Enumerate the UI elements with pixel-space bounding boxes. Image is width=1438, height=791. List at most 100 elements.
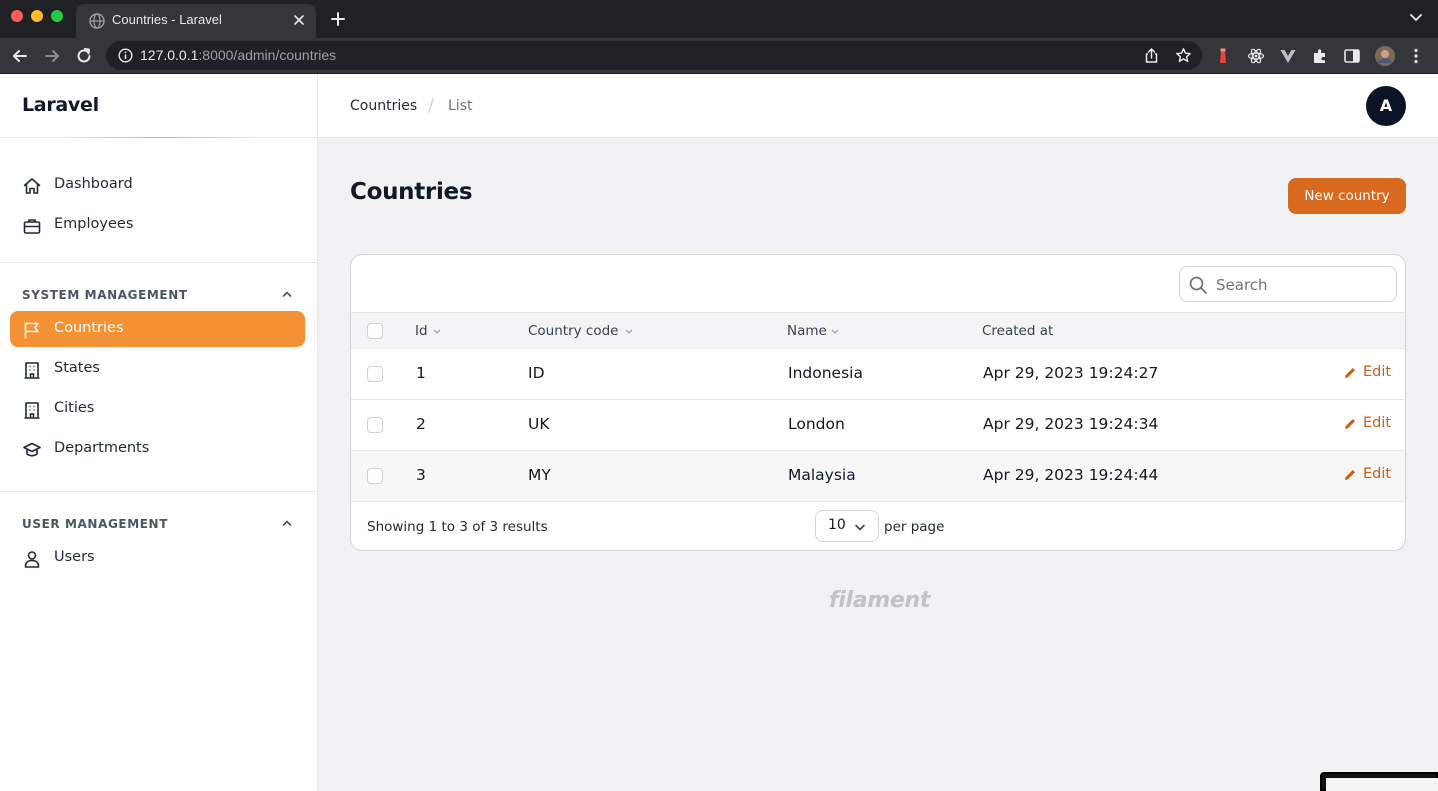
browser-toolbar: 127.0.0.1:8000/admin/countries bbox=[0, 38, 1438, 74]
sidebar-item-label: States bbox=[54, 360, 100, 376]
building-icon bbox=[24, 362, 40, 379]
page-title: Countries bbox=[350, 179, 473, 205]
row-checkbox[interactable] bbox=[367, 417, 383, 433]
table-header: Id Country code Name Created at bbox=[351, 312, 1405, 349]
profile-avatar-icon[interactable] bbox=[1374, 45, 1396, 67]
column-header-id[interactable]: Id bbox=[415, 323, 428, 339]
back-arrow-icon[interactable] bbox=[11, 47, 29, 65]
chevron-up-icon[interactable] bbox=[281, 288, 293, 300]
brand-logo-text[interactable]: Laravel bbox=[22, 94, 99, 116]
table-row[interactable]: 1 ID Indonesia Apr 29, 2023 19:24:27 Edi… bbox=[351, 349, 1405, 400]
minimize-window-button[interactable] bbox=[31, 10, 43, 22]
breadcrumb-countries[interactable]: Countries bbox=[350, 98, 417, 114]
cell-country-code: UK bbox=[528, 415, 550, 433]
sidebar-item-label: Employees bbox=[54, 216, 134, 232]
column-header-country-code[interactable]: Country code bbox=[528, 323, 618, 339]
info-icon[interactable] bbox=[118, 48, 133, 63]
side-panel-icon[interactable] bbox=[1343, 47, 1361, 65]
cell-created-at: Apr 29, 2023 19:24:27 bbox=[983, 364, 1159, 382]
per-page-select[interactable]: 10 bbox=[815, 510, 879, 542]
row-checkbox[interactable] bbox=[367, 366, 383, 382]
pencil-icon bbox=[1345, 368, 1355, 378]
reload-icon[interactable] bbox=[75, 47, 93, 65]
sidebar-item-states[interactable]: States bbox=[10, 351, 305, 387]
kebab-menu-icon[interactable] bbox=[1407, 47, 1425, 65]
table-row[interactable]: 2 UK London Apr 29, 2023 19:24:34 Edit bbox=[351, 400, 1405, 451]
cell-created-at: Apr 29, 2023 19:24:44 bbox=[983, 466, 1159, 484]
cell-id: 3 bbox=[416, 466, 426, 484]
sidebar-item-users[interactable]: Users bbox=[10, 540, 305, 576]
sidebar-item-label: Dashboard bbox=[54, 176, 133, 192]
maximize-window-button[interactable] bbox=[51, 10, 63, 22]
group-label-user-management[interactable]: USER MANAGEMENT bbox=[22, 517, 168, 531]
breadcrumb-separator: / bbox=[428, 95, 435, 116]
sidebar-divider bbox=[0, 262, 317, 263]
cell-name: Malaysia bbox=[788, 466, 856, 484]
sidebar: Laravel Dashboard Employees SYSTEM MANAG… bbox=[0, 74, 318, 791]
edit-label: Edit bbox=[1363, 415, 1392, 431]
cell-id: 1 bbox=[416, 364, 426, 382]
group-label-system-management[interactable]: SYSTEM MANAGEMENT bbox=[22, 288, 188, 302]
share-icon[interactable] bbox=[1143, 47, 1160, 64]
screenshot-thumbnail[interactable] bbox=[1320, 772, 1438, 791]
home-icon bbox=[23, 178, 41, 194]
sidebar-item-departments[interactable]: Departments bbox=[10, 431, 305, 467]
footer-brand-logo[interactable]: filament bbox=[829, 588, 930, 613]
extension-vue-icon[interactable] bbox=[1279, 47, 1297, 65]
row-checkbox[interactable] bbox=[367, 468, 383, 484]
pencil-icon bbox=[1345, 470, 1355, 480]
extension-react-icon[interactable] bbox=[1247, 47, 1265, 65]
globe-icon bbox=[89, 13, 105, 29]
browser-tab-active[interactable]: Countries - Laravel bbox=[76, 4, 316, 38]
avatar[interactable]: A bbox=[1366, 86, 1406, 126]
chevron-up-icon[interactable] bbox=[281, 517, 293, 529]
cell-country-code: ID bbox=[528, 364, 545, 382]
sidebar-item-label: Countries bbox=[54, 320, 124, 336]
screenshot-thumbnail-preview bbox=[1326, 778, 1438, 791]
select-all-checkbox[interactable] bbox=[367, 323, 383, 339]
search-input[interactable] bbox=[1216, 274, 1386, 296]
sort-caret-icon[interactable] bbox=[433, 329, 441, 334]
sidebar-item-label: Cities bbox=[54, 400, 95, 416]
topbar: Countries / List A bbox=[318, 74, 1438, 138]
address-bar[interactable]: 127.0.0.1:8000/admin/countries bbox=[106, 41, 1202, 70]
sidebar-item-label: Departments bbox=[54, 440, 150, 456]
sidebar-divider bbox=[0, 491, 317, 492]
cell-country-code: MY bbox=[528, 466, 551, 484]
close-icon[interactable] bbox=[292, 13, 306, 27]
sidebar-item-countries[interactable]: Countries bbox=[10, 311, 305, 347]
sort-caret-icon[interactable] bbox=[625, 329, 633, 334]
user-icon bbox=[24, 551, 40, 568]
search-icon bbox=[1189, 276, 1207, 294]
table-row[interactable]: 3 MY Malaysia Apr 29, 2023 19:24:44 Edit bbox=[351, 451, 1405, 502]
brand-header: Laravel bbox=[0, 74, 317, 138]
countries-table: Id Country code Name Created at 1 ID Ind… bbox=[350, 254, 1406, 551]
briefcase-icon bbox=[23, 219, 41, 234]
chevron-down-icon bbox=[855, 524, 865, 531]
plus-icon[interactable] bbox=[330, 11, 346, 27]
column-header-name[interactable]: Name bbox=[787, 323, 827, 339]
pagination-summary: Showing 1 to 3 of 3 results bbox=[367, 519, 548, 535]
sidebar-item-employees[interactable]: Employees bbox=[10, 207, 305, 243]
pencil-icon bbox=[1345, 419, 1355, 429]
breadcrumb-list[interactable]: List bbox=[448, 98, 472, 114]
puzzle-icon[interactable] bbox=[1311, 47, 1329, 65]
new-country-button[interactable]: New country bbox=[1288, 178, 1406, 214]
close-window-button[interactable] bbox=[11, 10, 23, 22]
sort-caret-icon[interactable] bbox=[831, 329, 839, 334]
per-page-value: 10 bbox=[828, 517, 846, 533]
sidebar-item-dashboard[interactable]: Dashboard bbox=[10, 167, 305, 203]
extension-lighthouse-icon[interactable] bbox=[1214, 47, 1232, 65]
chevron-down-icon[interactable] bbox=[1410, 13, 1422, 23]
edit-label: Edit bbox=[1363, 466, 1392, 482]
cell-name: Indonesia bbox=[788, 364, 863, 382]
forward-arrow-icon[interactable] bbox=[43, 47, 61, 65]
star-icon[interactable] bbox=[1175, 47, 1192, 64]
search-field[interactable] bbox=[1179, 266, 1397, 302]
sidebar-item-cities[interactable]: Cities bbox=[10, 391, 305, 427]
academic-cap-icon bbox=[23, 442, 41, 457]
cell-id: 2 bbox=[416, 415, 426, 433]
column-header-created-at: Created at bbox=[982, 323, 1054, 339]
building-icon bbox=[24, 402, 40, 419]
flag-icon bbox=[24, 322, 39, 339]
